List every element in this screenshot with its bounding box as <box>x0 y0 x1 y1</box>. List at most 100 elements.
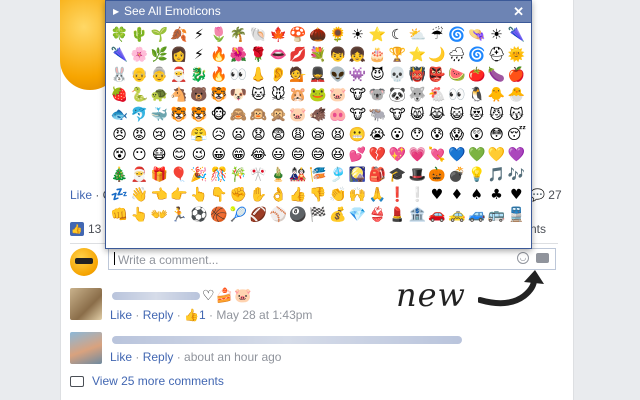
commenter-name[interactable] <box>112 336 462 344</box>
emoticon-item[interactable]: 🎃 <box>428 165 447 185</box>
emoticon-item[interactable]: 🌵 <box>130 25 149 45</box>
emoticon-item[interactable]: 💣 <box>447 165 466 185</box>
emoticon-item[interactable]: 🎈 <box>170 165 189 185</box>
emoticon-item[interactable]: 🎏 <box>308 165 327 185</box>
emoticon-item[interactable]: 😪 <box>308 125 327 145</box>
emoticon-item[interactable]: 😉 <box>189 145 208 165</box>
emoticon-item[interactable]: 🌰 <box>308 25 327 45</box>
emoticon-item[interactable]: 👎 <box>308 185 327 205</box>
sort-comments[interactable]: nts <box>530 222 546 236</box>
emoticon-item[interactable]: 👍 <box>289 185 308 205</box>
emoticon-item[interactable]: 🐮 <box>388 105 407 125</box>
emoticon-item[interactable]: ♦ <box>447 185 466 205</box>
emoticon-item[interactable]: 😆 <box>328 145 347 165</box>
avatar[interactable] <box>70 332 102 364</box>
emoticon-item[interactable]: 🙉 <box>249 105 268 125</box>
reply-link[interactable]: Reply <box>143 350 174 364</box>
emoticon-item[interactable]: ❕ <box>408 185 427 205</box>
emoticon-item[interactable]: 🙈 <box>229 105 248 125</box>
emoticon-item[interactable]: 👐 <box>150 205 169 225</box>
emoticon-item[interactable]: ☾ <box>388 25 407 45</box>
emoticon-item[interactable]: 💂 <box>308 65 327 85</box>
emoticon-item[interactable]: 🌸 <box>130 45 149 65</box>
emoticon-item[interactable]: 🐥 <box>487 85 506 105</box>
view-more-comments[interactable]: View 25 more comments <box>70 374 224 388</box>
emoticon-item[interactable]: 🐢 <box>150 85 169 105</box>
emoticon-item[interactable]: 🐶 <box>229 85 248 105</box>
emoticon-item[interactable]: 🐨 <box>368 85 387 105</box>
emoticon-item[interactable]: 🙏 <box>368 185 387 205</box>
emoticon-item[interactable]: 🎍 <box>269 165 288 185</box>
emoticon-item[interactable]: 🎅 <box>130 165 149 185</box>
emoticon-item[interactable]: 🌀 <box>467 45 486 65</box>
emoticon-item[interactable]: 😩 <box>289 125 308 145</box>
emoticon-item[interactable]: 🐯 <box>189 105 208 125</box>
reply-link[interactable]: Reply <box>143 308 174 322</box>
emoticon-item[interactable]: 😧 <box>249 125 268 145</box>
emoticon-item[interactable]: 🍉 <box>447 65 466 85</box>
emoticon-item[interactable]: 👵 <box>150 65 169 85</box>
like-link[interactable]: Like <box>70 188 92 202</box>
emoticon-item[interactable]: 👀 <box>447 85 466 105</box>
emoticon-item[interactable]: 👹 <box>408 65 427 85</box>
emoticon-item[interactable]: 💔 <box>368 145 387 165</box>
emoticon-item[interactable]: ♥ <box>428 185 447 205</box>
emoticon-item[interactable]: 🎓 <box>388 165 407 185</box>
emoticon-item[interactable]: 😀 <box>209 145 228 165</box>
emoticon-item[interactable]: 💙 <box>447 145 466 165</box>
emoticon-item[interactable]: 😂 <box>249 145 268 165</box>
emoticon-item[interactable]: ❗ <box>388 185 407 205</box>
emoticon-item[interactable]: 😢 <box>150 125 169 145</box>
emoticon-item[interactable]: 👂 <box>269 65 288 85</box>
emoticon-item[interactable]: 🎶 <box>507 165 526 185</box>
emoticon-item[interactable]: 🐃 <box>368 105 387 125</box>
emoticon-item[interactable]: 🚙 <box>467 205 486 225</box>
emoticon-item[interactable]: 🌂 <box>507 25 526 45</box>
emoticon-item[interactable]: 🌱 <box>150 25 169 45</box>
emoticon-item[interactable]: 😣 <box>170 125 189 145</box>
emoticon-item[interactable]: 🐼 <box>388 85 407 105</box>
emoticon-item[interactable]: 🐗 <box>308 105 327 125</box>
emoticon-item[interactable]: 🚕 <box>447 205 466 225</box>
emoticon-item[interactable]: 🏃 <box>170 205 189 225</box>
emoticon-item[interactable]: 😦 <box>229 125 248 145</box>
emoticon-item[interactable]: 😻 <box>467 105 486 125</box>
emoticon-item[interactable]: 🐮 <box>348 105 367 125</box>
emoticon-item[interactable]: 💚 <box>467 145 486 165</box>
emoticon-item[interactable]: 😲 <box>467 125 486 145</box>
emoticon-item[interactable]: 😤 <box>189 125 208 145</box>
emoticon-item[interactable]: 🐻 <box>189 85 208 105</box>
emoticon-item[interactable]: 🔥 <box>209 45 228 65</box>
emoticon-item[interactable]: ☔ <box>428 25 447 45</box>
emoticon-item[interactable]: 🍂 <box>170 25 189 45</box>
emoticon-item[interactable]: 🎾 <box>229 205 248 225</box>
emoticon-item[interactable]: 🌂 <box>110 45 129 65</box>
emoticon-item[interactable]: 🍄 <box>289 25 308 45</box>
emoticon-item[interactable]: 👋 <box>130 185 149 205</box>
emoticon-item[interactable]: 🎉 <box>189 165 208 185</box>
emoticon-item[interactable]: 🐭 <box>269 85 288 105</box>
emoticon-item[interactable]: ⚡ <box>189 45 208 65</box>
emoticon-item[interactable]: 🎂 <box>368 45 387 65</box>
emoticon-item[interactable]: 💤 <box>110 185 129 205</box>
emoticon-item[interactable]: 👦 <box>328 45 347 65</box>
emoticon-item[interactable]: 💰 <box>328 205 347 225</box>
emoticon-item[interactable]: 👧 <box>348 45 367 65</box>
emoticon-item[interactable]: 👃 <box>249 65 268 85</box>
emoticon-item[interactable]: 😽 <box>507 105 526 125</box>
emoticon-item[interactable]: 🐚 <box>249 25 268 45</box>
emoticon-item[interactable]: 😡 <box>130 125 149 145</box>
emoticon-item[interactable]: 😸 <box>408 105 427 125</box>
emoticon-item[interactable]: 😯 <box>408 125 427 145</box>
emoticon-item[interactable]: 👊 <box>110 205 129 225</box>
emoticon-item[interactable]: 💋 <box>289 45 308 65</box>
emoticon-item[interactable]: 🌹 <box>249 45 268 65</box>
emoticon-item[interactable]: 😭 <box>368 125 387 145</box>
emoticon-item[interactable]: 🏈 <box>249 205 268 225</box>
emoticon-item[interactable]: 😠 <box>110 125 129 145</box>
emoticon-item[interactable]: 🍎 <box>507 65 526 85</box>
emoticon-item[interactable]: 🐉 <box>189 65 208 85</box>
emoticon-item[interactable]: 🚆 <box>507 205 526 225</box>
emoticon-item[interactable]: 🐍 <box>130 85 149 105</box>
emoticon-item[interactable]: 😱 <box>447 125 466 145</box>
